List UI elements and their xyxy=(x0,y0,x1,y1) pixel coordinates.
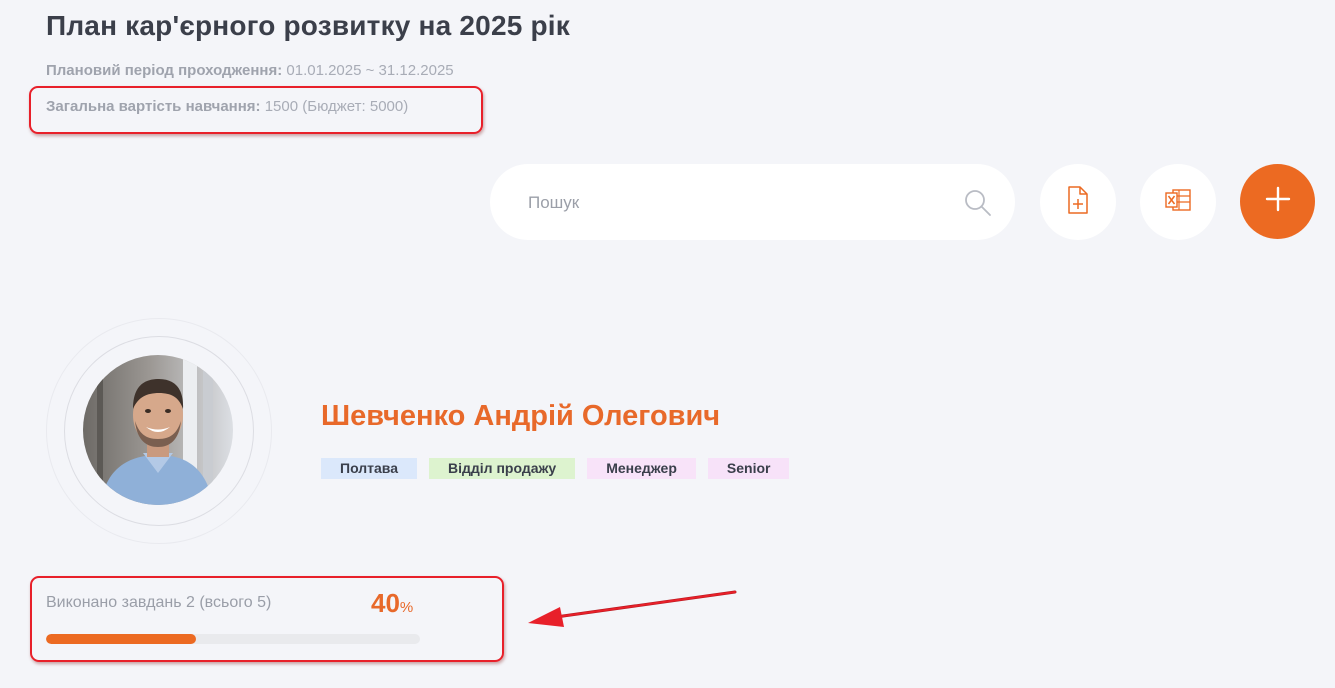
annotation-highlight-progress xyxy=(30,576,504,662)
search-icon[interactable] xyxy=(964,189,992,222)
tag-level: Senior xyxy=(707,458,790,479)
employee-tags: Полтава Відділ продажу Менеджер Senior xyxy=(321,458,790,479)
period-value: 01.01.2025 ~ 31.12.2025 xyxy=(286,62,454,79)
add-document-button[interactable] xyxy=(1040,164,1116,240)
export-excel-button[interactable] xyxy=(1140,164,1216,240)
search-bar[interactable] xyxy=(490,164,1015,240)
add-button[interactable] xyxy=(1240,164,1315,239)
avatar xyxy=(83,355,233,505)
planned-period: Плановий період проходження: 01.01.2025 … xyxy=(46,62,454,79)
search-input[interactable] xyxy=(526,188,930,218)
excel-icon xyxy=(1164,188,1192,217)
plus-icon xyxy=(1265,186,1291,217)
page-title: План кар'єрного розвитку на 2025 рік xyxy=(46,10,570,41)
annotation-arrow xyxy=(528,590,737,627)
file-add-icon xyxy=(1066,185,1090,219)
employee-name: Шевченко Андрій Олегович xyxy=(321,400,721,432)
tag-city: Полтава xyxy=(321,458,418,479)
period-label: Плановий період проходження: xyxy=(46,62,283,79)
annotation-highlight-cost xyxy=(29,86,483,134)
tag-position: Менеджер xyxy=(587,458,696,479)
tag-department: Відділ продажу xyxy=(429,458,576,479)
